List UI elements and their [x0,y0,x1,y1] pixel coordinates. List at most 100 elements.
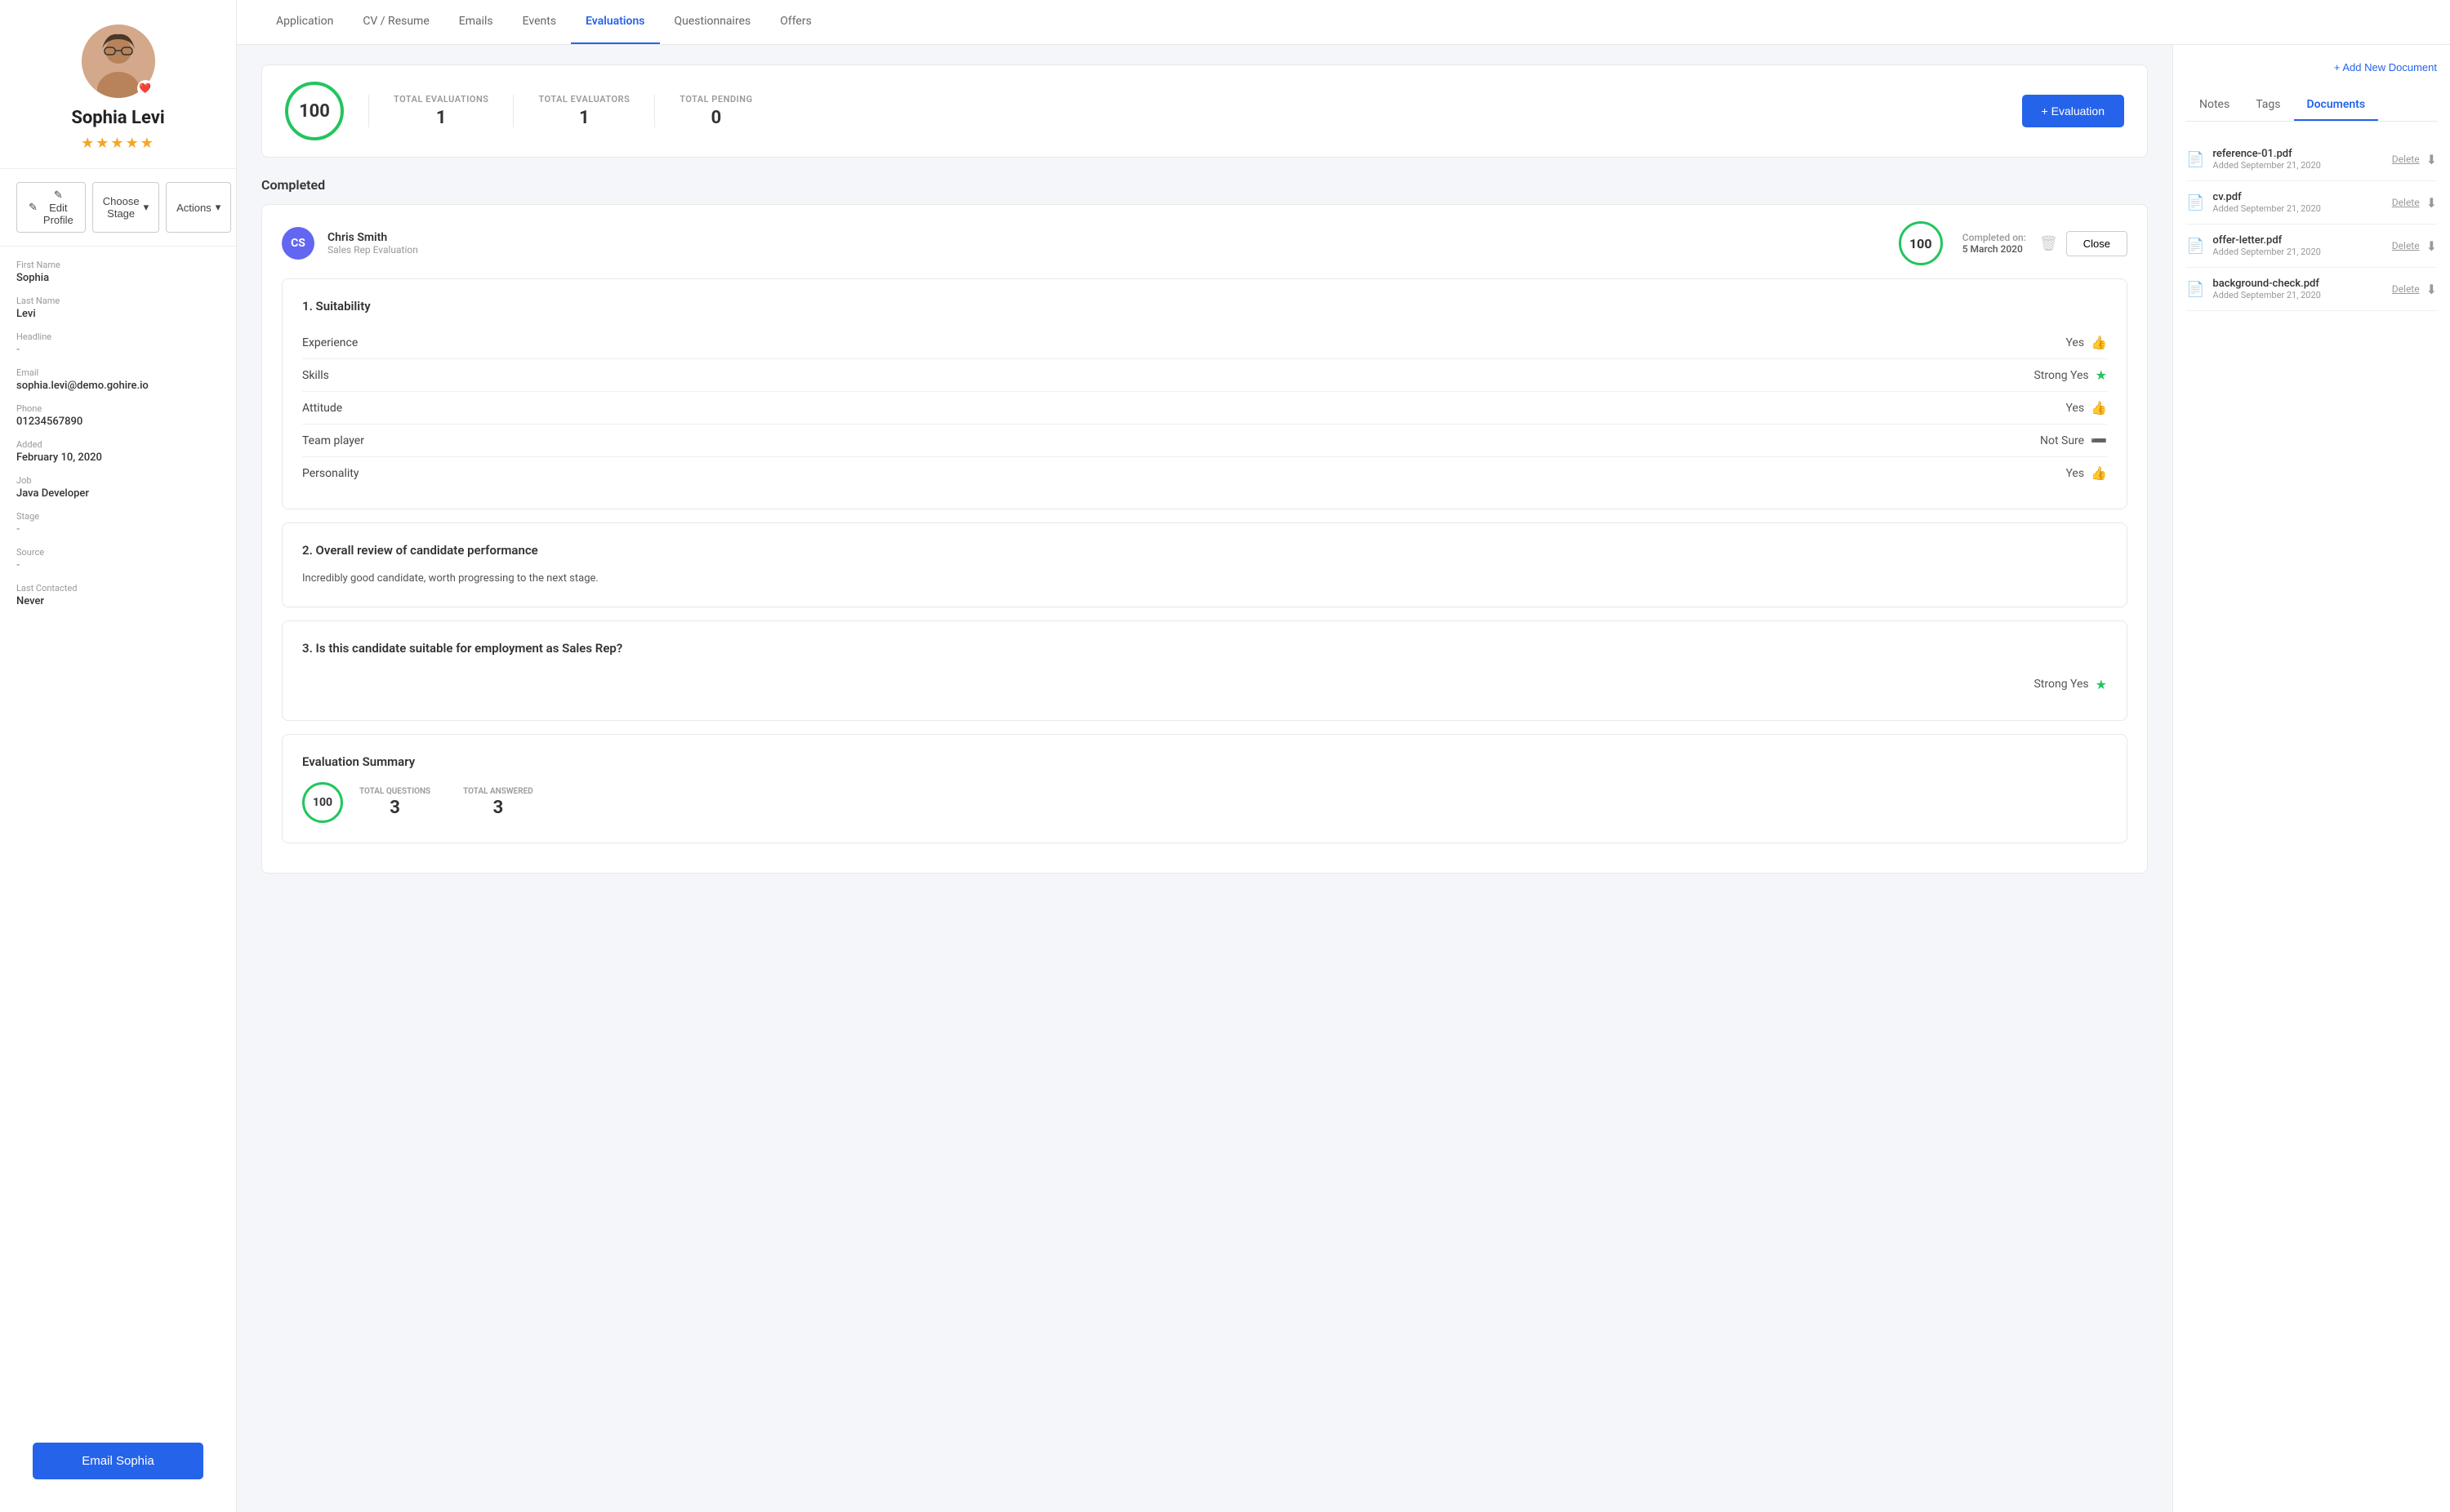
evaluation-card: CS Chris Smith Sales Rep Evaluation 100 … [261,204,2148,874]
eval-score: 100 [1899,221,1943,265]
suitability-row: Personality Yes 👍 [302,457,2107,489]
top-nav: ApplicationCV / ResumeEmailsEventsEvalua… [237,0,2450,45]
answer-icon: 👍 [2091,465,2107,481]
info-field-job: Job Java Developer [16,475,220,500]
summary-header: 100 TOTAL QUESTIONS 3 TOTAL ANSWERED 3 [302,782,2107,823]
question-text: Skills [302,369,329,382]
download-document-icon[interactable]: ⬇ [2426,282,2437,297]
info-label: Last Contacted [16,583,220,594]
suitability-block: 1. Suitability Experience Yes 👍 Skills S… [282,278,2127,509]
email-sophia-button[interactable]: Email Sophia [33,1443,203,1479]
rpanel-tab-notes[interactable]: Notes [2186,90,2243,121]
add-evaluation-button[interactable]: + Evaluation [2022,95,2124,127]
nav-tab-questionnaires[interactable]: Questionnaires [660,0,766,44]
info-field-email: Email sophia.levi@demo.gohire.io [16,367,220,392]
suitability-row: Skills Strong Yes ★ [302,359,2107,392]
answer-text: Strong Yes [2034,369,2088,382]
answer-text: Yes [2065,336,2084,349]
answer-area: Yes 👍 [2065,400,2107,416]
delete-document-link[interactable]: Delete [2392,197,2420,208]
completed-info: Completed on: 5 March 2020 [1962,232,2026,255]
sidebar-info: First Name Sophia Last Name Levi Headlin… [0,247,236,632]
overall-review-block: 2. Overall review of candidate performan… [282,523,2127,607]
download-document-icon[interactable]: ⬇ [2426,195,2437,211]
delete-document-link[interactable]: Delete [2392,153,2420,165]
document-info: reference-01.pdf Added September 21, 202… [2212,148,2383,171]
total-questions-stat: TOTAL QUESTIONS 3 [359,787,430,818]
candidate-stars: ★★★★★ [81,135,155,152]
candidate-name: Sophia Levi [71,108,164,128]
info-value: - [16,559,220,571]
evaluator-name: Chris Smith [327,231,1886,244]
nav-tab-emails[interactable]: Emails [444,0,508,44]
suitability-title: 1. Suitability [302,299,2107,314]
close-eval-button[interactable]: Close [2066,231,2127,256]
choose-stage-button[interactable]: Choose Stage ▾ [92,182,159,233]
eval-header: CS Chris Smith Sales Rep Evaluation 100 … [282,221,2127,265]
nav-tab-evaluations[interactable]: Evaluations [571,0,659,44]
nav-tab-offers[interactable]: Offers [765,0,826,44]
info-label: Phone [16,403,220,414]
info-field-last-contacted: Last Contacted Never [16,583,220,607]
documents-list: 📄 reference-01.pdf Added September 21, 2… [2186,138,2437,311]
nav-tab-events[interactable]: Events [508,0,571,44]
document-info: cv.pdf Added September 21, 2020 [2212,191,2383,214]
add-new-document-button[interactable]: + Add New Document [2334,58,2437,77]
suitability-q3-title: 3. Is this candidate suitable for employ… [302,641,2107,656]
answer-text: Yes [2065,402,2084,415]
delete-document-link[interactable]: Delete [2392,283,2420,295]
overall-review-title: 2. Overall review of candidate performan… [302,543,2107,558]
document-date: Added September 21, 2020 [2212,203,2383,214]
document-info: offer-letter.pdf Added September 21, 202… [2212,234,2383,257]
info-value: Java Developer [16,487,220,500]
delete-eval-icon[interactable]: 🗑 [2039,235,2058,252]
answer-area: Yes 👍 [2065,465,2107,481]
info-value: 01234567890 [16,416,220,428]
document-actions: Delete ⬇ [2392,282,2437,297]
nav-tab-application[interactable]: Application [261,0,348,44]
actions-button[interactable]: Actions ▾ [166,182,231,233]
download-document-icon[interactable]: ⬇ [2426,152,2437,167]
document-date: Added September 21, 2020 [2212,247,2383,257]
info-label: Email [16,367,220,378]
answer-area: Strong Yes ★ [2034,367,2107,383]
answer-icon: ➖ [2091,433,2107,448]
document-icon: 📄 [2186,151,2204,168]
edit-profile-button[interactable]: ✎ ✎ Edit Profile [16,182,86,233]
chevron-down-icon: ▾ [144,201,149,214]
eval-action-area: 🗑 Close [2039,231,2127,256]
info-label: Last Name [16,296,220,306]
rpanel-tab-tags[interactable]: Tags [2243,90,2293,121]
avatar-container: ❤️ [82,24,155,98]
document-name: offer-letter.pdf [2212,234,2383,247]
nav-tab-cv-resume[interactable]: CV / Resume [348,0,443,44]
info-field-headline: Headline - [16,331,220,356]
document-actions: Delete ⬇ [2392,152,2437,167]
evaluator-avatar: CS [282,227,314,260]
center-panel: 100 TOTAL EVALUATIONS 1 TOTAL EVALUATORS… [237,45,2172,1512]
evaluation-summary-block: Evaluation Summary 100 TOTAL QUESTIONS 3… [282,734,2127,843]
question-text: Experience [302,336,358,349]
info-value: February 10, 2020 [16,451,220,464]
evaluator-role: Sales Rep Evaluation [327,244,1886,256]
total-evaluations-stat: TOTAL EVALUATIONS 1 [394,94,488,128]
suitability-q3-row: Strong Yes ★ [302,669,2107,700]
candidate-profile: ❤️ Sophia Levi ★★★★★ [0,0,236,169]
document-icon: 📄 [2186,194,2204,211]
info-field-added: Added February 10, 2020 [16,439,220,464]
overall-review-text: Incredibly good candidate, worth progres… [302,571,2107,587]
info-value: - [16,344,220,356]
sidebar-action-bar: ✎ ✎ Edit Profile Choose Stage ▾ Actions … [0,169,236,247]
answer-text: Yes [2065,467,2084,480]
answer-area: Yes 👍 [2065,335,2107,350]
document-actions: Delete ⬇ [2392,238,2437,254]
rpanel-tab-documents[interactable]: Documents [2294,90,2379,121]
total-evaluators-stat: TOTAL EVALUATORS 1 [538,94,630,128]
suitability-q3-answer-text: Strong Yes [2034,678,2088,691]
overall-score-circle: 100 [285,82,344,140]
document-item: 📄 offer-letter.pdf Added September 21, 2… [2186,225,2437,268]
question-text: Personality [302,467,359,480]
delete-document-link[interactable]: Delete [2392,240,2420,251]
question-text: Attitude [302,402,342,415]
download-document-icon[interactable]: ⬇ [2426,238,2437,254]
